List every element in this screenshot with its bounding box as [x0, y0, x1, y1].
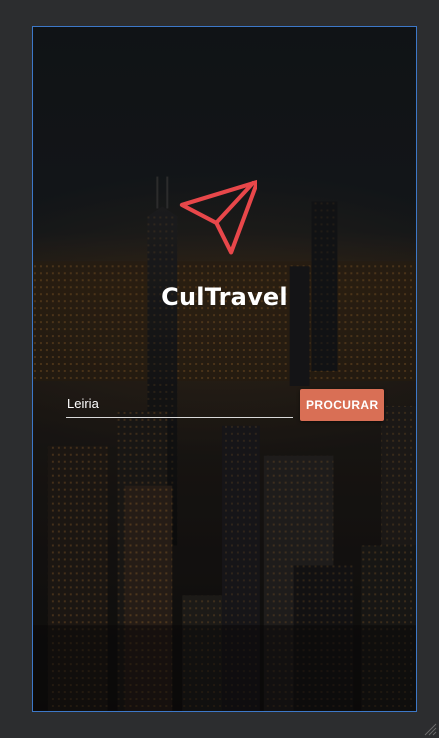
search-button[interactable]: PROCURAR	[300, 389, 384, 421]
resize-grip-icon[interactable]	[423, 722, 437, 736]
search-bar: PROCURAR	[66, 389, 384, 429]
dark-overlay	[33, 27, 416, 711]
city-search-input[interactable]	[66, 391, 293, 418]
phone-preview: CulTravel PROCURAR	[32, 26, 417, 712]
paper-plane-icon	[179, 179, 257, 255]
brand-title: CulTravel	[161, 283, 288, 311]
